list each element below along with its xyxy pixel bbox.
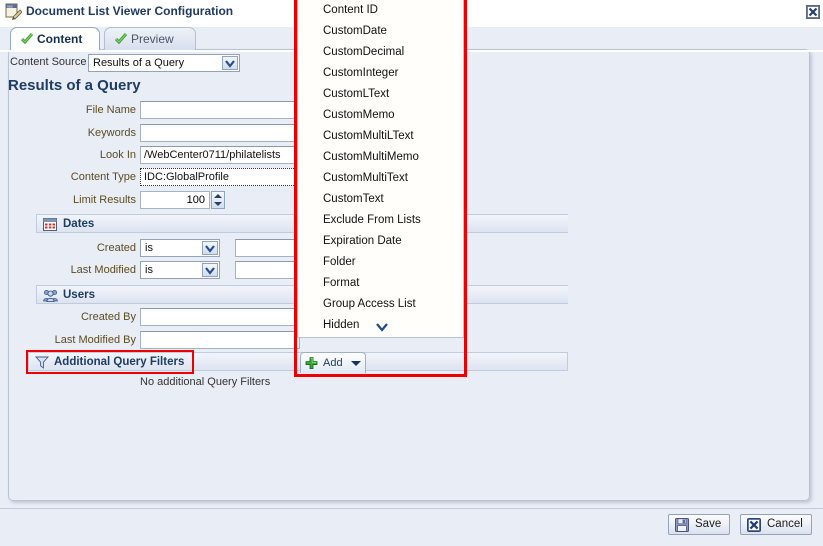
dropdown-item[interactable]: Folder — [298, 252, 463, 273]
limit-results-label: Limit Results — [73, 194, 136, 206]
last-modified-by-input[interactable] — [140, 331, 300, 349]
dropdown-item[interactable]: CustomInteger — [298, 63, 463, 84]
created-condition-value: is — [145, 242, 153, 254]
keywords-label: Keywords — [87, 127, 136, 139]
save-button[interactable]: Save — [668, 514, 730, 535]
last-modified-label: Last Modified — [70, 264, 136, 276]
file-name-label: File Name — [85, 104, 136, 116]
look-in-input[interactable]: /WebCenter0711/philatelists — [140, 146, 300, 164]
chevron-down-icon[interactable] — [222, 56, 238, 70]
keywords-input[interactable] — [140, 124, 300, 142]
check-icon — [20, 29, 34, 45]
page-title: Results of a Query — [8, 77, 141, 94]
dropdown-item[interactable]: Exclude From Lists — [298, 210, 463, 231]
cancel-button[interactable]: Cancel — [740, 514, 812, 535]
dropdown-item[interactable]: Group Access List — [298, 294, 463, 315]
additional-query-filters-empty-text: No additional Query Filters — [140, 376, 271, 388]
created-label: Created — [96, 242, 136, 254]
dropdown-item[interactable]: Content ID — [298, 0, 463, 21]
chevron-down-icon[interactable] — [298, 321, 463, 335]
dropdown-item[interactable]: CustomDate — [298, 21, 463, 42]
limit-results-input[interactable]: 100 — [140, 191, 210, 209]
created-by-label: Created By — [80, 311, 136, 323]
dropdown-item[interactable]: CustomMultiText — [298, 168, 463, 189]
tab-preview-label: Preview — [131, 32, 174, 46]
last-modified-date-input[interactable] — [235, 261, 300, 279]
add-button-label: Add — [323, 357, 343, 369]
created-date-input[interactable] — [235, 239, 300, 257]
dropdown-item[interactable]: CustomMemo — [298, 105, 463, 126]
content-source-label: Content Source — [10, 56, 87, 68]
content-source-select[interactable]: Results of a Query — [88, 54, 240, 72]
add-filter-dropdown-menu[interactable]: Content ID CustomDate CustomDecimal CustomI… — [297, 0, 464, 338]
close-icon[interactable] — [805, 4, 821, 20]
field-row-file-name: File Name — [8, 101, 300, 121]
cancel-button-label: Cancel — [767, 518, 803, 530]
chevron-down-icon[interactable] — [202, 241, 218, 255]
save-button-label: Save — [695, 518, 722, 530]
dropdown-item[interactable]: Expiration Date — [298, 231, 463, 252]
filter-icon — [35, 356, 49, 369]
field-row-created: Created is — [8, 239, 300, 259]
check-icon — [114, 29, 128, 45]
dropdown-item[interactable]: Format — [298, 273, 463, 294]
dropdown-item[interactable]: CustomLText — [298, 84, 463, 105]
content-type-label: Content Type — [70, 171, 136, 183]
dates-group-title: Dates — [63, 218, 95, 230]
look-in-label: Look In — [99, 149, 136, 161]
field-row-look-in: Look In /WebCenter0711/philatelists — [8, 146, 300, 166]
add-button[interactable]: Add — [300, 352, 366, 373]
field-row-created-by: Created By — [8, 308, 300, 328]
cancel-x-icon — [747, 518, 761, 532]
file-name-input[interactable] — [140, 101, 300, 119]
dropdown-item[interactable]: CustomMultiMemo — [298, 147, 463, 168]
tab-content[interactable]: Content — [10, 27, 100, 51]
calendar-icon — [43, 218, 57, 231]
footer-separator — [0, 508, 823, 509]
users-group-title: Users — [63, 289, 95, 301]
content-type-input[interactable]: IDC:GlobalProfile — [140, 168, 300, 186]
document-properties-icon: xyz — [5, 3, 23, 20]
field-row-limit-results: Limit Results 100 — [8, 191, 298, 211]
created-by-input[interactable] — [140, 308, 300, 326]
field-row-last-modified: Last Modified is — [8, 261, 300, 281]
svg-text:xyz: xyz — [7, 4, 13, 9]
dialog-title: Document List Viewer Configuration — [26, 4, 234, 18]
plus-icon — [305, 357, 318, 370]
dropdown-item[interactable]: CustomText — [298, 189, 463, 210]
chevron-down-icon[interactable] — [202, 263, 218, 277]
dropdown-item[interactable]: CustomMultiLText — [298, 126, 463, 147]
last-modified-by-label: Last Modified By — [54, 334, 136, 346]
tab-preview[interactable]: Preview — [104, 27, 196, 51]
tab-content-label: Content — [37, 32, 83, 46]
group-header-additional-query-filters[interactable]: Additional Query Filters — [28, 352, 568, 371]
last-modified-condition-value: is — [145, 264, 153, 276]
save-disk-icon — [675, 518, 689, 532]
additional-query-filters-title: Additional Query Filters — [54, 356, 185, 368]
last-modified-condition-select[interactable]: is — [140, 261, 220, 279]
field-row-keywords: Keywords — [8, 124, 300, 144]
dropdown-item[interactable]: CustomDecimal — [298, 42, 463, 63]
caret-down-icon[interactable] — [351, 361, 361, 366]
field-row-last-modified-by: Last Modified By — [8, 331, 300, 351]
field-row-content-type: Content Type IDC:GlobalProfile — [8, 168, 300, 188]
dialog-window: xyz Document List Viewer Configuration C… — [0, 0, 823, 546]
spinner-up-down-icon[interactable] — [211, 191, 225, 209]
dropdown-item-list: Content ID CustomDate CustomDecimal CustomI… — [298, 0, 463, 336]
created-condition-select[interactable]: is — [140, 239, 220, 257]
content-source-value: Results of a Query — [93, 57, 185, 69]
users-icon — [43, 289, 58, 302]
